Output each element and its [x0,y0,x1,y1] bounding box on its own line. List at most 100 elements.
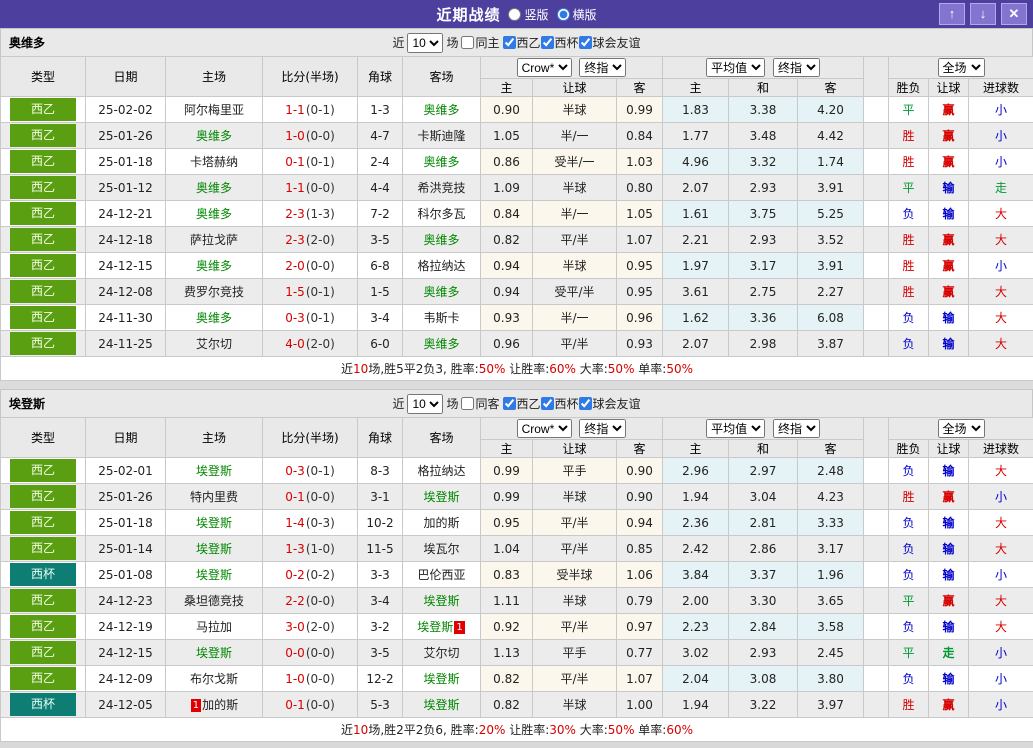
vertical-layout-radio[interactable] [508,8,521,21]
spacer-cell [864,640,889,666]
result-cell: 负 [889,305,929,331]
crow-odds-cell: 0.99 [617,97,663,123]
league-cell: 西乙 [1,640,86,666]
handicap-result-cell: 输 [929,201,969,227]
league-cell: 西乙 [1,510,86,536]
full-match-select[interactable]: 全场 [938,58,985,77]
odds-company-select[interactable]: Crow* [517,419,572,438]
fulltime-score: 1-1 [285,103,305,117]
odds-time-select[interactable]: 终指 [579,58,626,77]
halftime-score: (0-0) [306,698,335,712]
avg-odds-cell: 3.17 [798,536,864,562]
league-filter-checkbox[interactable] [503,397,516,410]
spacer-col [864,418,889,458]
avg-odds-select[interactable]: 平均值 [706,58,765,77]
league-filter-checkbox[interactable] [503,36,516,49]
same-venue-filter[interactable]: 同客 [461,395,499,412]
fulltime-score: 1-1 [285,181,305,195]
avg-odds-cell: 4.96 [663,149,729,175]
close-button[interactable]: ✕ [1001,3,1027,25]
away-team-cell: 加的斯 [403,510,481,536]
fulltime-score: 1-0 [285,129,305,143]
score-cell: 1-4(0-3) [263,510,358,536]
league-filter[interactable]: 球会友谊 [579,395,641,412]
goals-result-cell: 大 [969,227,1033,253]
league-filter-checkbox[interactable] [579,397,592,410]
crow-odds-cell: 半球 [533,484,617,510]
col-score: 比分(半场) [263,418,358,458]
horizontal-layout-radio[interactable] [557,8,570,21]
full-match-select[interactable]: 全场 [938,419,985,438]
away-team-cell: 艾尔切 [403,640,481,666]
goals-result-cell: 走 [969,175,1033,201]
halftime-score: (1-0) [306,542,335,556]
halftime-score: (2-0) [306,337,335,351]
team-link: 埃登斯 [196,542,232,556]
col-type: 类型 [1,57,86,97]
league-filter[interactable]: 西乙 [503,395,541,412]
league-badge: 西乙 [10,641,76,664]
col-home: 主场 [166,57,263,97]
avg-odds-cell: 3.80 [798,666,864,692]
avg-odds-cell: 1.83 [663,97,729,123]
match-row: 西乙24-12-15奥维多2-0(0-0)6-8格拉纳达0.94半球0.951.… [1,253,1033,279]
avg-odds-cell: 2.07 [663,175,729,201]
corners-cell: 3-5 [358,640,403,666]
goals-result-cell: 小 [969,97,1033,123]
goals-result-cell: 大 [969,279,1033,305]
move-up-button[interactable]: ↑ [939,3,965,25]
layout-option-vertical[interactable]: 竖版 [508,6,548,23]
league-filter[interactable]: 球会友谊 [579,34,641,51]
goals-result-cell: 大 [969,588,1033,614]
col-corner: 角球 [358,57,403,97]
fulltime-score: 3-0 [285,620,305,634]
odds-company-select[interactable]: Crow* [517,58,572,77]
handicap-result-cell: 赢 [929,227,969,253]
avg-odds-cell: 1.97 [663,253,729,279]
match-count-select[interactable]: 10 [407,394,443,414]
date-cell: 25-01-18 [86,510,166,536]
move-down-button[interactable]: ↓ [970,3,996,25]
home-team-cell: 阿尔梅里亚 [166,97,263,123]
corners-cell: 3-4 [358,305,403,331]
spacer-cell [864,253,889,279]
crow-odds-cell: 0.93 [481,305,533,331]
team-name: 埃登斯 [9,395,45,412]
handicap-result-cell: 输 [929,614,969,640]
matches-table: 类型 日期 主场 比分(半场) 角球 客场 Crow* 终指 平均值 终指 [0,56,1033,381]
league-filter-checkbox[interactable] [541,397,554,410]
spacer-cell [864,331,889,357]
avg-time-select[interactable]: 终指 [773,58,820,77]
match-row: 西乙24-12-23桑坦德竞技2-2(0-0)3-4埃登斯1.11半球0.792… [1,588,1033,614]
league-filter-checkbox[interactable] [541,36,554,49]
avg-odds-cell: 2.00 [663,588,729,614]
avg-time-select[interactable]: 终指 [773,419,820,438]
col-away: 客场 [403,418,481,458]
crow-odds-cell: 1.13 [481,640,533,666]
league-badge: 西乙 [10,589,76,612]
crow-odds-cell: 0.90 [617,484,663,510]
same-venue-filter[interactable]: 同主 [461,34,499,51]
league-filter[interactable]: 西乙 [503,34,541,51]
section-divider [0,381,1033,389]
team-link: 埃登斯 [196,464,232,478]
col-crow-home: 主 [481,79,533,97]
match-row: 西乙25-01-26特内里费0-1(0-0)3-1埃登斯0.99半球0.901.… [1,484,1033,510]
league-filter[interactable]: 西杯 [541,34,579,51]
avg-odds-cell: 2.23 [663,614,729,640]
avg-odds-cell: 2.96 [663,458,729,484]
team-link: 埃登斯 [423,490,459,504]
league-filter[interactable]: 西杯 [541,395,579,412]
spacer-cell [864,201,889,227]
score-cell: 0-3(0-1) [263,458,358,484]
score-cell: 0-1(0-0) [263,692,358,718]
match-count-select[interactable]: 10 [407,33,443,53]
odds-time-select[interactable]: 终指 [579,419,626,438]
same-venue-checkbox[interactable] [461,36,474,49]
col-avg-home: 主 [663,440,729,458]
league-filter-checkbox[interactable] [579,36,592,49]
avg-odds-select[interactable]: 平均值 [706,419,765,438]
spacer-cell [864,279,889,305]
layout-option-horizontal[interactable]: 横版 [557,6,597,23]
same-venue-checkbox[interactable] [461,397,474,410]
